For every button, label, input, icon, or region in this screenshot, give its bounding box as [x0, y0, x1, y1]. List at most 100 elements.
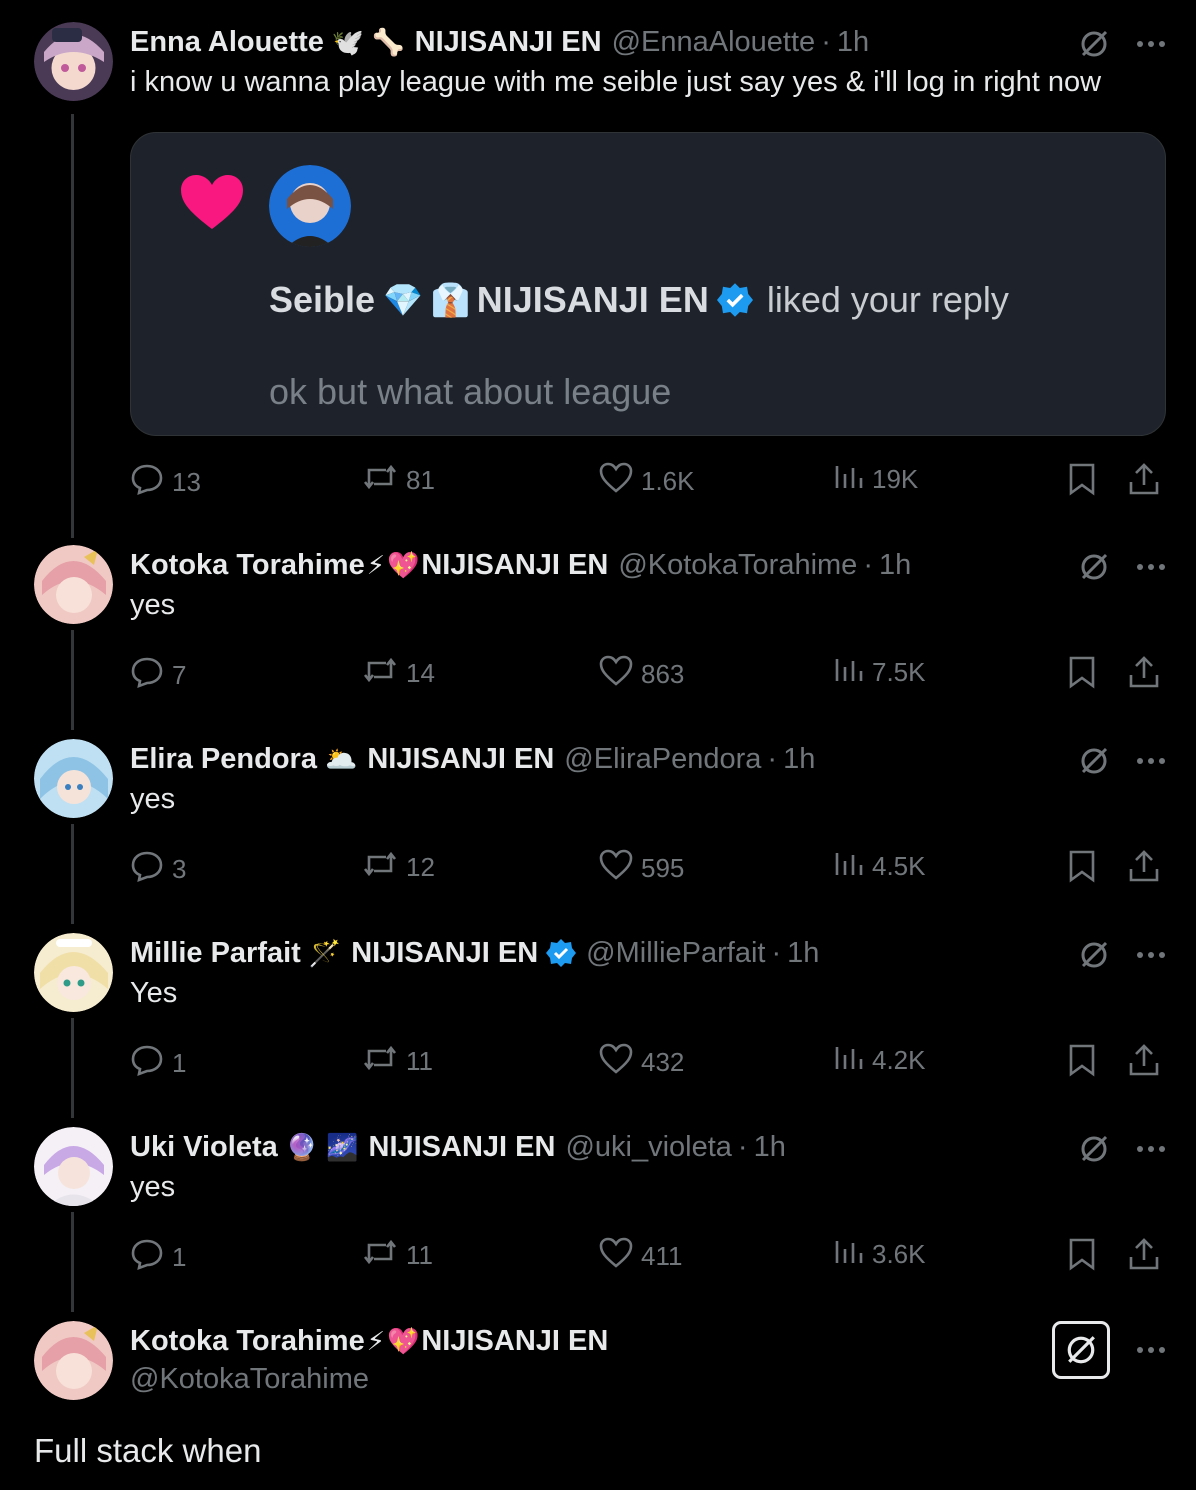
more-icon[interactable] — [1134, 551, 1168, 583]
handle[interactable]: @KotokaTorahime — [618, 549, 857, 582]
display-name[interactable]: Enna Alouette — [130, 26, 324, 59]
post-text: Yes — [130, 977, 178, 1009]
share-button[interactable] — [1128, 1043, 1160, 1084]
affiliation-tag: NIJISANJI EN — [351, 936, 539, 969]
views-icon — [834, 1237, 864, 1272]
bookmark-button[interactable] — [1068, 655, 1096, 696]
emoji: 💖 — [386, 1326, 420, 1356]
repost-button[interactable]: 14 — [362, 655, 435, 692]
affiliation-tag: NIJISANJI EN — [368, 1130, 556, 1163]
reply-button[interactable]: 3 — [130, 849, 186, 890]
display-name[interactable]: Kotoka Torahime — [130, 1325, 365, 1358]
emoji: 🦴 — [372, 27, 405, 57]
avatar[interactable] — [34, 739, 113, 818]
bookmark-button[interactable] — [1068, 849, 1096, 890]
views-count: 4.5K — [872, 851, 926, 881]
views-button[interactable]: 7.5K — [834, 655, 926, 690]
repost-button[interactable]: 11 — [362, 1237, 433, 1274]
grok-icon[interactable] — [1078, 551, 1110, 583]
like-icon — [599, 655, 633, 694]
emoji: 🌥️ — [324, 744, 358, 774]
timestamp[interactable]: 1h — [754, 1131, 786, 1164]
reply-button[interactable]: 13 — [130, 462, 201, 503]
timestamp[interactable]: 1h — [783, 743, 815, 776]
like-button[interactable]: 595 — [599, 849, 684, 888]
share-button[interactable] — [1128, 462, 1160, 503]
grok-icon[interactable] — [1078, 28, 1110, 60]
like-button[interactable]: 411 — [599, 1237, 682, 1276]
avatar[interactable] — [34, 1321, 113, 1400]
like-button[interactable]: 1.6K — [599, 462, 695, 501]
notification-line: Seible 💎 👔 NIJISANJI EN liked your reply — [269, 279, 1009, 321]
more-icon[interactable] — [1134, 745, 1168, 777]
handle[interactable]: @uki_violeta — [565, 1131, 731, 1164]
grok-icon[interactable] — [1078, 745, 1110, 777]
separator-dot: · — [863, 548, 873, 581]
affiliation-tag: NIJISANJI EN — [414, 25, 602, 58]
like-button[interactable]: 863 — [599, 655, 684, 694]
share-button[interactable] — [1128, 849, 1160, 890]
reply-icon — [130, 462, 164, 503]
reply-button[interactable]: 1 — [130, 1043, 186, 1084]
repost-button[interactable]: 11 — [362, 1043, 433, 1080]
repost-icon — [362, 1237, 398, 1274]
post-text: yes — [130, 783, 176, 815]
handle[interactable]: @EliraPendora — [564, 743, 761, 776]
more-icon[interactable] — [1134, 28, 1168, 60]
emoji: 🔮 — [285, 1132, 319, 1162]
separator-dot: · — [737, 1130, 748, 1163]
bookmark-icon — [1068, 1043, 1096, 1084]
repost-icon — [362, 1043, 398, 1080]
handle[interactable]: @KotokaTorahime — [130, 1363, 369, 1396]
share-icon — [1128, 1043, 1160, 1084]
handle[interactable]: @MillieParfait — [586, 937, 765, 970]
views-button[interactable]: 3.6K — [834, 1237, 926, 1272]
reply-button[interactable]: 7 — [130, 655, 186, 696]
timestamp[interactable]: 1h — [787, 937, 819, 970]
reply-count: 1 — [172, 1048, 187, 1078]
handle[interactable]: @EnnaAlouette — [612, 26, 816, 59]
quoted-image[interactable]: Seible 💎 👔 NIJISANJI EN liked your reply… — [130, 132, 1166, 436]
bookmark-button[interactable] — [1068, 1043, 1096, 1084]
views-button[interactable]: 19K — [834, 462, 918, 497]
share-button[interactable] — [1128, 655, 1160, 696]
timestamp[interactable]: 1h — [837, 26, 869, 59]
more-icon[interactable] — [1134, 939, 1168, 971]
liker-name: Seible — [269, 279, 376, 320]
separator-dot: · — [767, 742, 778, 775]
display-name[interactable]: Uki Violeta — [130, 1131, 278, 1164]
affiliation-tag: NIJISANJI EN — [421, 548, 609, 581]
repost-count: 11 — [406, 1046, 433, 1076]
grok-icon[interactable] — [1078, 1133, 1110, 1165]
more-icon[interactable] — [1134, 1133, 1168, 1165]
repost-button[interactable]: 12 — [362, 849, 435, 886]
thread-line — [71, 1018, 74, 1118]
bookmark-button[interactable] — [1068, 462, 1096, 503]
share-icon — [1128, 655, 1160, 696]
repost-count: 12 — [406, 852, 435, 882]
display-name[interactable]: Millie Parfait — [130, 937, 301, 970]
repost-icon — [362, 849, 398, 886]
share-button[interactable] — [1128, 1237, 1160, 1278]
display-name[interactable]: Elira Pendora — [130, 743, 317, 776]
bookmark-button[interactable] — [1068, 1237, 1096, 1278]
avatar[interactable] — [34, 22, 113, 101]
repost-count: 81 — [406, 465, 435, 495]
like-count: 863 — [641, 659, 685, 689]
reply-button[interactable]: 1 — [130, 1237, 186, 1278]
more-icon[interactable] — [1134, 1334, 1168, 1366]
grok-icon[interactable] — [1078, 939, 1110, 971]
repost-button[interactable]: 81 — [362, 462, 435, 499]
avatar[interactable] — [34, 545, 113, 624]
timestamp[interactable]: 1h — [879, 549, 911, 582]
display-name[interactable]: Kotoka Torahime — [130, 549, 365, 582]
post-header: Uki Violeta 🔮 🌌 NIJISANJI EN @uki_violet… — [130, 1127, 786, 1167]
reply-text: ok but what about league — [269, 371, 672, 412]
reply-count: 3 — [172, 854, 187, 884]
like-button[interactable]: 432 — [599, 1043, 684, 1082]
avatar[interactable] — [34, 1127, 113, 1206]
views-button[interactable]: 4.5K — [834, 849, 926, 884]
grok-icon[interactable] — [1052, 1321, 1110, 1379]
avatar[interactable] — [34, 933, 113, 1012]
views-button[interactable]: 4.2K — [834, 1043, 926, 1078]
